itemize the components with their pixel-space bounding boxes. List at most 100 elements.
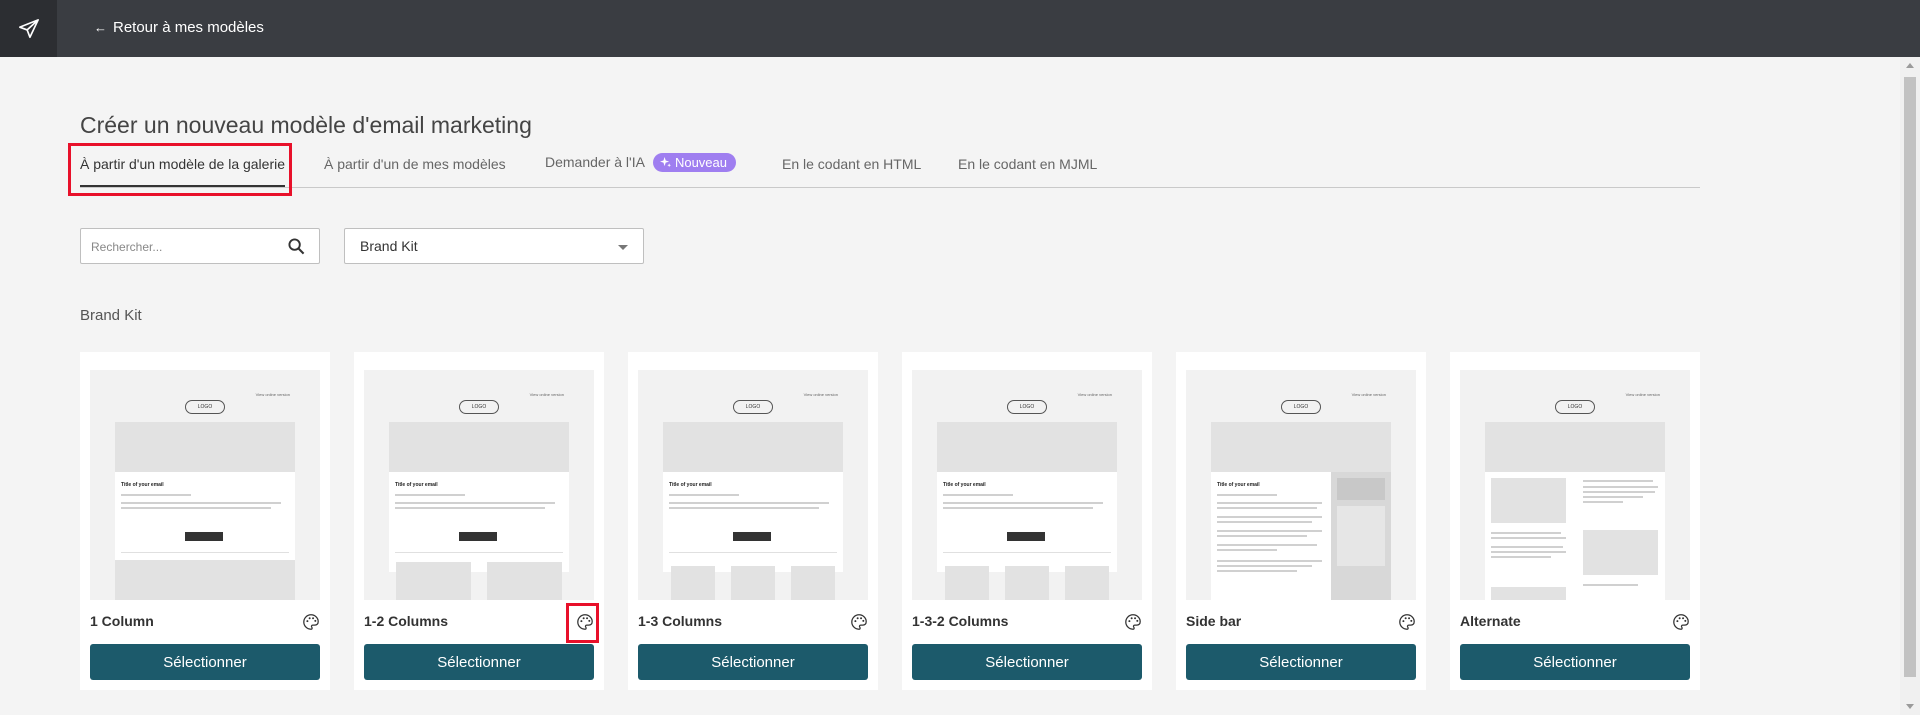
- preview-text-line: [1583, 491, 1655, 493]
- preview-body: Title of your email: [1211, 472, 1331, 600]
- template-card[interactable]: View online version LOGO Alternate Sélec…: [1450, 352, 1700, 690]
- palette-icon[interactable]: [302, 613, 320, 631]
- template-card[interactable]: View online version LOGO Title of your e…: [80, 352, 330, 690]
- preview-image-placeholder: [663, 422, 843, 472]
- preview-body: Title of your email: [937, 472, 1117, 572]
- new-badge: Nouveau: [652, 153, 736, 172]
- preview-button: [733, 532, 771, 541]
- template-preview[interactable]: View online version LOGO Title of your e…: [912, 370, 1142, 600]
- preview-button: [185, 532, 223, 541]
- preview-logo: LOGO: [185, 400, 225, 414]
- preview-heading: Title of your email: [943, 482, 986, 488]
- preview-text-line: [1217, 544, 1317, 546]
- section-title: Brand Kit: [80, 307, 142, 324]
- app-logo[interactable]: [0, 0, 57, 57]
- preview-image-placeholder: [731, 566, 775, 600]
- preview-text-line: [1217, 507, 1317, 509]
- preview-text-line: [395, 507, 545, 509]
- tab-label: À partir d'un de mes modèles: [324, 156, 506, 172]
- preview-text-line: [1491, 551, 1566, 553]
- select-template-button[interactable]: Sélectionner: [364, 644, 594, 680]
- preview-text-line: [1491, 546, 1563, 548]
- search-input[interactable]: [91, 237, 281, 257]
- preview-text-line: [1217, 549, 1277, 551]
- preview-text-line: [121, 494, 191, 496]
- preview-text-line: [1583, 480, 1653, 482]
- preview-image-placeholder: [1583, 530, 1658, 575]
- view-online-text: View online version: [1351, 392, 1386, 397]
- preview-text-line: [1217, 516, 1322, 518]
- template-card[interactable]: View online version LOGO Title of your e…: [902, 352, 1152, 690]
- select-template-button[interactable]: Sélectionner: [638, 644, 868, 680]
- template-preview[interactable]: View online version LOGO Title of your e…: [364, 370, 594, 600]
- template-preview[interactable]: View online version LOGO: [1460, 370, 1690, 600]
- preview-body: Title of your email: [663, 472, 843, 572]
- tab-code-html[interactable]: En le codant en HTML: [782, 156, 921, 172]
- template-preview[interactable]: View online version LOGO Title of your e…: [1186, 370, 1416, 600]
- chevron-down-icon: [618, 245, 628, 250]
- preview-text-line: [1217, 565, 1312, 567]
- preview-text-line: [1491, 556, 1551, 558]
- preview-text-line: [943, 502, 1103, 504]
- select-value: Brand Kit: [360, 238, 418, 254]
- preview-text-line: [1217, 494, 1277, 496]
- search-field[interactable]: [80, 228, 320, 264]
- view-online-text: View online version: [255, 392, 290, 397]
- select-template-button[interactable]: Sélectionner: [90, 644, 320, 680]
- preview-logo: LOGO: [1555, 400, 1595, 414]
- preview-text-line: [669, 507, 819, 509]
- view-online-text: View online version: [803, 392, 838, 397]
- preview-image-placeholder: [1211, 422, 1391, 472]
- preview-logo: LOGO: [1281, 400, 1321, 414]
- new-badge-label: Nouveau: [674, 155, 727, 170]
- preview-image-placeholder: [671, 566, 715, 600]
- template-name: 1-2 Columns: [364, 613, 449, 629]
- palette-icon[interactable]: [1398, 613, 1416, 631]
- preview-text-line: [1217, 560, 1322, 562]
- preview-image-placeholder: [1491, 478, 1566, 523]
- tab-label: En le codant en MJML: [958, 156, 1098, 172]
- preview-heading: Title of your email: [669, 482, 712, 488]
- preview-image-placeholder: [1491, 587, 1566, 600]
- top-bar: ← Retour à mes modèles: [0, 0, 1920, 57]
- scrollbar[interactable]: [1900, 57, 1920, 715]
- preview-text-line: [1217, 521, 1312, 523]
- template-preview[interactable]: View online version LOGO Title of your e…: [638, 370, 868, 600]
- tab-highlight-box: [68, 143, 292, 196]
- back-to-templates-link[interactable]: ← Retour à mes modèles: [94, 19, 264, 36]
- preview-image-placeholder: [115, 560, 295, 600]
- preview-image-placeholder: [1337, 478, 1385, 500]
- preview-text-line: [1583, 501, 1623, 503]
- scroll-down-arrow[interactable]: [1906, 704, 1914, 709]
- palette-icon[interactable]: [850, 613, 868, 631]
- preview-image-placeholder: [389, 422, 569, 472]
- preview-button: [1007, 532, 1045, 541]
- brand-kit-select[interactable]: Brand Kit: [344, 228, 644, 264]
- preview-text-line: [669, 494, 739, 496]
- preview-heading: Title of your email: [395, 482, 438, 488]
- palette-icon[interactable]: [1124, 613, 1142, 631]
- template-card[interactable]: View online version LOGO Title of your e…: [1176, 352, 1426, 690]
- select-template-button[interactable]: Sélectionner: [912, 644, 1142, 680]
- creation-method-tabs: À partir d'un modèle de la galerie À par…: [80, 150, 1700, 188]
- paper-plane-icon: [18, 18, 39, 38]
- tab-ask-ai[interactable]: Demander à l'IA Nouveau: [545, 153, 736, 173]
- view-online-text: View online version: [529, 392, 564, 397]
- preview-text-line: [395, 494, 465, 496]
- preview-text-line: [1491, 537, 1566, 539]
- template-preview[interactable]: View online version LOGO Title of your e…: [90, 370, 320, 600]
- tab-label: En le codant en HTML: [782, 156, 922, 172]
- scroll-thumb[interactable]: [1904, 77, 1916, 677]
- preview-image-placeholder: [945, 566, 989, 600]
- template-card[interactable]: View online version LOGO Title of your e…: [628, 352, 878, 690]
- tab-my-templates[interactable]: À partir d'un de mes modèles: [324, 156, 506, 172]
- tab-code-mjml[interactable]: En le codant en MJML: [958, 156, 1097, 172]
- scroll-up-arrow[interactable]: [1906, 63, 1914, 68]
- preview-image-placeholder: [487, 562, 562, 600]
- preview-heading: Title of your email: [121, 482, 164, 488]
- select-template-button[interactable]: Sélectionner: [1460, 644, 1690, 680]
- search-icon[interactable]: [288, 238, 305, 255]
- preview-text-line: [943, 507, 1093, 509]
- palette-icon[interactable]: [1672, 613, 1690, 631]
- select-template-button[interactable]: Sélectionner: [1186, 644, 1416, 680]
